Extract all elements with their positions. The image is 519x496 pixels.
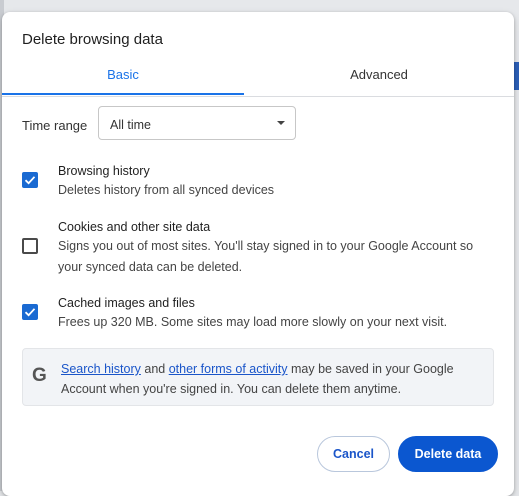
checkmark-icon [24,308,36,317]
checkmark-icon [24,176,36,185]
delete-data-button[interactable]: Delete data [398,436,498,472]
option-title: Browsing history [58,164,150,178]
info-text-and: and [140,362,169,376]
tab-selected-indicator [2,93,244,95]
tab-bar: Basic Advanced [2,64,514,97]
google-g-icon: G [32,365,47,386]
search-history-link[interactable]: Search history [61,362,141,376]
option-title: Cookies and other site data [58,220,211,234]
tab-advanced[interactable]: Advanced [257,64,501,94]
option-title: Cached images and files [58,296,195,310]
google-account-info-box: G Search history and other forms of acti… [22,348,494,406]
dropdown-arrow-icon [277,121,285,125]
option-description: Frees up 320 MB. Some sites may load mor… [58,315,448,329]
option-description: Signs you out of most sites. You'll stay… [58,239,474,274]
info-text: Search history and other forms of activi… [61,359,481,399]
tab-basic[interactable]: Basic [2,64,244,94]
other-activity-link[interactable]: other forms of activity [169,362,288,376]
time-range-label: Time range [22,118,88,133]
cookies-checkbox[interactable] [22,238,38,254]
browsing-history-checkbox[interactable] [22,172,38,188]
dialog-title: Delete browsing data [22,31,163,48]
time-range-select[interactable]: All time [98,106,296,140]
cancel-button[interactable]: Cancel [317,436,390,472]
cached-images-checkbox[interactable] [22,304,38,320]
time-range-value: All time [110,118,151,132]
option-description: Deletes history from all synced devices [58,183,275,197]
delete-browsing-data-dialog: Delete browsing data Basic Advanced Time… [2,12,514,496]
